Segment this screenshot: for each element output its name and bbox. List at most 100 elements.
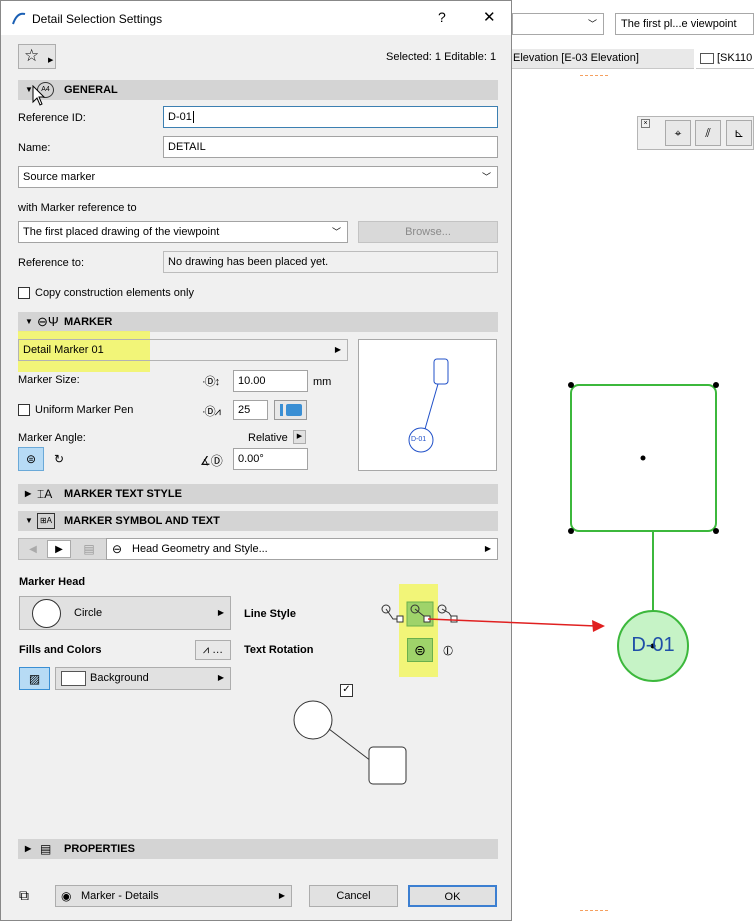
marker-size-icon: ·Ⓓ↕ <box>202 376 220 388</box>
text-rotation-label: Text Rotation <box>244 644 314 656</box>
section-marker-symbol[interactable]: ▼ ⊞A MARKER SYMBOL AND TEXT <box>18 511 498 531</box>
fill-selector[interactable]: Background ▶ <box>55 667 231 690</box>
line-style-options <box>381 601 458 627</box>
angle-icon: ∡Ⓓ <box>200 454 223 468</box>
display-checkbox[interactable]: ✓ <box>340 684 353 697</box>
section-marker[interactable]: ▼ ⊖Ψ MARKER <box>18 312 498 332</box>
head-geometry-icon: ⊖ <box>112 542 123 556</box>
name-input[interactable]: DETAIL <box>163 136 498 158</box>
reference-id-input[interactable]: D-01 <box>163 106 498 128</box>
marker-size-unit: mm <box>313 376 332 388</box>
ok-button[interactable]: OK <box>408 885 497 907</box>
app-logo-icon <box>12 12 26 25</box>
marker-angle-label: Marker Angle: <box>18 432 86 444</box>
text-horizontal-icon[interactable]: ⊜ <box>407 638 433 662</box>
corner-node[interactable] <box>713 528 719 534</box>
highlight-line-style <box>399 584 438 677</box>
reference-id-label: Reference ID: <box>18 112 86 124</box>
corner-node[interactable] <box>568 382 574 388</box>
favorites-button[interactable]: ☆ ▶ <box>18 44 56 69</box>
chevron-right-icon: ▶ <box>217 673 224 682</box>
chevron-right-icon: ▶ <box>484 544 491 553</box>
source-marker-select[interactable]: Source marker ﹀ <box>18 166 498 188</box>
help-button[interactable]: ? <box>438 9 446 25</box>
pen-color-swatch[interactable] <box>274 400 307 420</box>
close-button[interactable]: ✕ <box>483 8 496 26</box>
corner-node[interactable] <box>713 382 719 388</box>
bottom-marker-dash <box>580 910 608 911</box>
name-label: Name: <box>18 142 51 154</box>
preview-drawing <box>408 358 449 453</box>
mouse-cursor-icon <box>32 85 46 106</box>
page-nav-bar: ◀ ▶ ▤ ⊖ Head Geometry and Style... ▶ <box>18 538 498 560</box>
head-shape-selector[interactable]: Circle ▶ <box>19 596 231 630</box>
chevron-down-icon: ﹀ <box>481 172 491 182</box>
fill-pen-button[interactable]: ⩘ … <box>195 640 231 660</box>
collapse-icon: ▼ <box>25 317 33 326</box>
symbol-preview <box>293 700 407 785</box>
relative-toggle[interactable]: ▶ <box>293 430 306 444</box>
detail-drawing <box>568 382 719 682</box>
layer-selector[interactable]: ◉ Marker - Details ▶ <box>55 885 292 907</box>
marker-angle-input[interactable]: 0.00° <box>233 448 308 470</box>
marker-preview: D-01 <box>358 339 497 471</box>
prev-page-button[interactable]: ◀ <box>21 540 45 558</box>
expand-icon: ▶ <box>25 489 32 498</box>
text-style-icon: ⌶A <box>37 487 53 501</box>
preview-marker-label: D-01 <box>411 436 427 443</box>
center-node[interactable] <box>640 455 646 461</box>
fill-type-icon[interactable]: ▨ <box>19 667 50 690</box>
selection-status: Selected: 1 Editable: 1 <box>386 51 497 63</box>
page-selector[interactable]: ⊖ Head Geometry and Style... ▶ <box>106 538 498 560</box>
pen-icon: ·Ⓓ⩘ <box>202 406 221 418</box>
text-caret <box>192 111 194 123</box>
eye-icon: ◉ <box>61 889 72 903</box>
angle-fixed-icon[interactable]: ⊜ <box>18 447 44 471</box>
relative-label: Relative <box>248 432 288 444</box>
marker-type-selector[interactable]: Detail Marker 01 ▶ <box>18 339 348 361</box>
marker-reference-label: with Marker reference to <box>18 202 137 214</box>
copy-construction-checkbox[interactable] <box>18 287 30 299</box>
marker-size-input[interactable]: 10.00 <box>233 370 308 392</box>
marker-size-label: Marker Size: <box>18 374 80 386</box>
uniform-pen-label: Uniform Marker Pen <box>35 404 134 416</box>
section-general[interactable]: ▼ A4 GENERAL <box>18 80 498 100</box>
window-title: Detail Selection Settings <box>32 12 163 26</box>
expand-icon: ▶ <box>25 844 32 853</box>
uniform-pen-checkbox[interactable] <box>18 404 30 416</box>
layer-icon: ⧉ <box>19 887 29 903</box>
corner-node[interactable] <box>568 528 574 534</box>
browse-button[interactable]: Browse... <box>358 221 498 243</box>
pen-number-input[interactable]: 25 <box>233 400 268 420</box>
section-properties[interactable]: ▶ ▤ PROPERTIES <box>18 839 498 859</box>
section-marker-text-style[interactable]: ▶ ⌶A MARKER TEXT STYLE <box>18 484 498 504</box>
star-icon: ☆ <box>24 46 40 65</box>
detail-settings-dialog: Detail Selection Settings ? ✕ ☆ ▶ Select… <box>0 0 512 921</box>
background-canvas: ﹀ The first pl...e viewpoint Elevation [… <box>512 0 754 921</box>
chevron-right-icon: ▶ <box>217 608 224 617</box>
fill-swatch <box>61 671 86 686</box>
cancel-button[interactable]: Cancel <box>309 885 398 907</box>
chevron-right-icon: ▶ <box>48 57 54 64</box>
reference-to-label: Reference to: <box>18 257 85 269</box>
copy-construction-label: Copy construction elements only <box>35 287 194 299</box>
reference-to-field: No drawing has been placed yet. <box>163 251 498 273</box>
marker-head-label: Marker Head <box>19 576 86 588</box>
properties-icon: ▤ <box>40 842 52 856</box>
next-page-button[interactable]: ▶ <box>47 540 71 558</box>
angle-rotate-icon[interactable]: ↻ <box>47 447 71 471</box>
text-vertical-icon[interactable]: ⦶ <box>436 638 460 662</box>
marker-icon: ⊖Ψ <box>37 314 59 329</box>
chevron-right-icon: ▶ <box>334 345 341 354</box>
marker-reference-select[interactable]: The first placed drawing of the viewpoin… <box>18 221 348 243</box>
fills-colors-label: Fills and Colors <box>19 644 102 656</box>
line-style-label: Line Style <box>244 608 296 620</box>
page-list-icon[interactable]: ▤ <box>77 540 101 558</box>
canvas-marker-label: D-01 <box>631 634 675 656</box>
title-bar: Detail Selection Settings ? ✕ <box>1 1 511 35</box>
collapse-icon: ▼ <box>25 516 33 525</box>
chevron-right-icon: ▶ <box>278 891 285 900</box>
circle-shape-icon <box>32 599 61 628</box>
chevron-down-icon: ﹀ <box>331 227 341 237</box>
symbol-icon: ⊞A <box>37 513 55 529</box>
